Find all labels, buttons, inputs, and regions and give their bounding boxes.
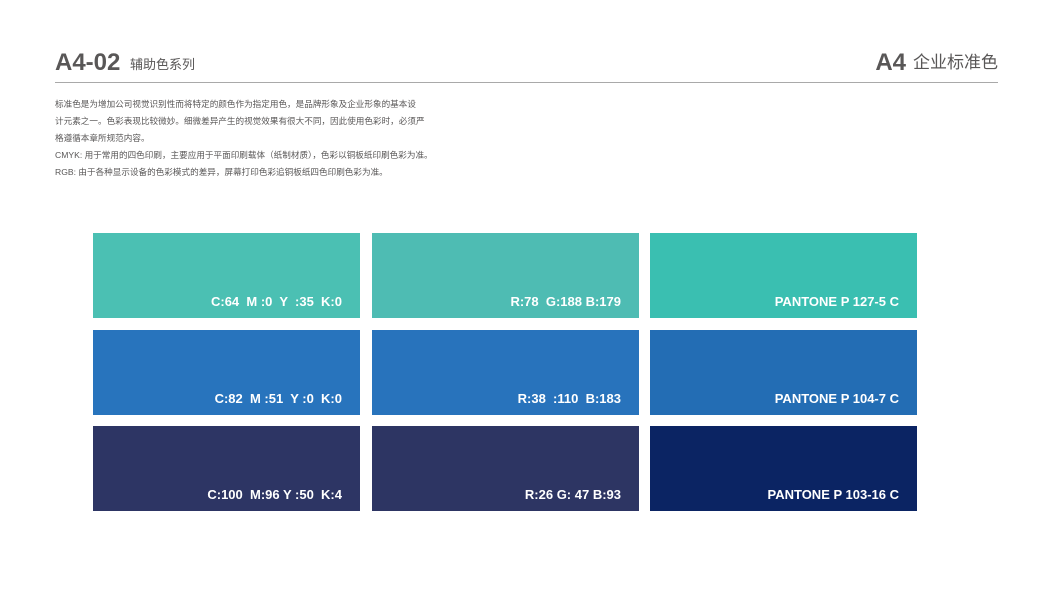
color-swatch: R:38 :110 B:183 [372,330,639,415]
section-code: A4 [875,49,906,76]
intro-line: CMYK: 用于常用的四色印刷，主要应用于平面印刷载体（纸制材质），色彩以铜板纸… [55,150,433,160]
swatch-label: C:100 M:96 Y :50 K:4 [207,487,342,502]
swatch-label: R:26 G: 47 B:93 [524,487,621,502]
swatch-label: PANTONE P 104-7 C [774,391,899,406]
swatch-label: R:38 :110 B:183 [517,391,621,406]
color-swatch: C:82 M :51 Y :0 K:0 [93,330,360,415]
page-subtitle: 辅助色系列 [130,57,196,72]
section-title: 企业标准色 [913,53,998,72]
swatch-label: R:78 G:188 B:179 [510,294,621,309]
intro-line: 标准色是为增加公司视觉识别性而将特定的颜色作为指定用色，是品牌形象及企业形象的基… [55,99,416,109]
swatch-label: C:82 M :51 Y :0 K:0 [214,391,342,406]
intro-line: 计元素之一。色彩表现比较微妙。细微差异产生的视觉效果有很大不同，因此使用色彩时，… [55,116,425,126]
color-swatch: C:64 M :0 Y :35 K:0 [93,233,360,318]
intro-line: RGB: 由于各种显示设备的色彩模式的差异，屏幕打印色彩追铜板纸四色印刷色彩为准… [55,167,388,177]
intro-line: 格遵循本章所规范内容。 [55,133,150,143]
color-swatch: PANTONE P 127-5 C [650,233,917,318]
swatch-label: PANTONE P 127-5 C [774,294,899,309]
page-header: A4-02 辅助色系列 A4 企业标准色 [55,48,998,83]
color-swatch: C:100 M:96 Y :50 K:4 [93,426,360,511]
swatch-label: C:64 M :0 Y :35 K:0 [210,294,342,309]
color-swatch: R:78 G:188 B:179 [372,233,639,318]
page-code: A4-02 [55,49,121,76]
intro-text: 标准色是为增加公司视觉识别性而将特定的颜色作为指定用色，是品牌形象及企业形象的基… [55,96,465,181]
color-swatch: R:26 G: 47 B:93 [372,426,639,511]
color-swatch: PANTONE P 103-16 C [650,426,917,511]
color-swatch: PANTONE P 104-7 C [650,330,917,415]
swatch-label: PANTONE P 103-16 C [767,487,900,502]
